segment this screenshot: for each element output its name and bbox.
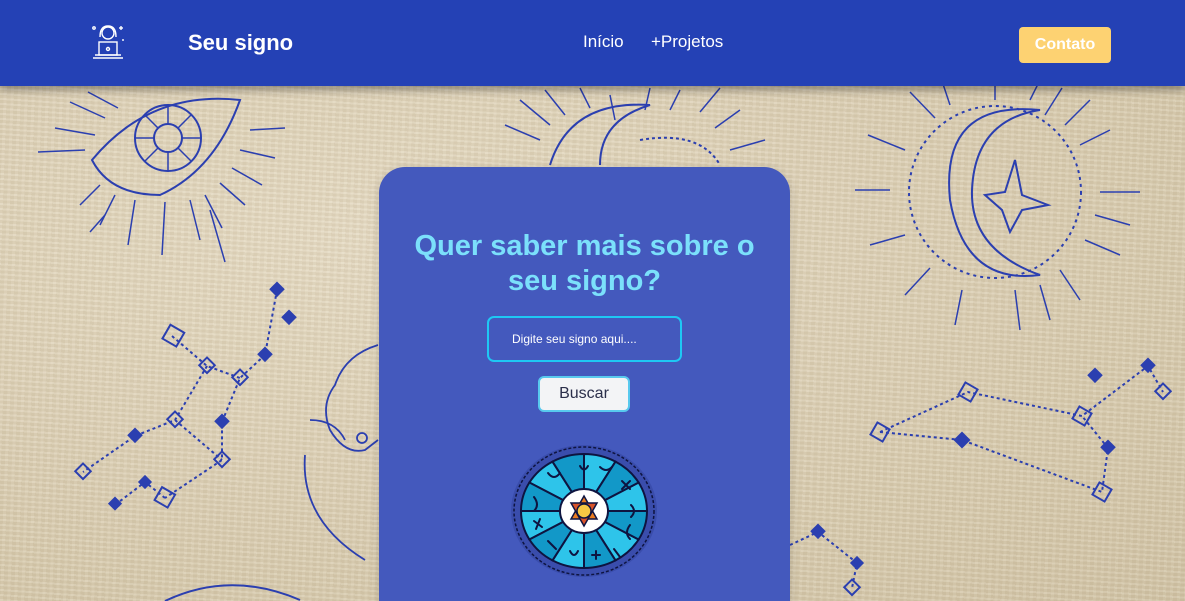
astrologer-icon[interactable] <box>90 22 126 62</box>
nav-link-inicio[interactable]: Início <box>583 32 624 52</box>
constellation-left <box>82 289 278 506</box>
search-button[interactable]: Buscar <box>538 376 630 412</box>
eye-illustration <box>37 91 286 263</box>
search-card: Quer saber mais sobre o seu signo? Busca… <box>379 167 790 601</box>
sun-moon-illustration <box>855 69 1140 331</box>
card-title: Quer saber mais sobre o seu signo? <box>414 230 755 297</box>
zodiac-wheel-icon <box>511 445 657 577</box>
contact-button[interactable]: Contato <box>1019 27 1111 63</box>
horse-illustration <box>303 344 379 561</box>
sign-search-input[interactable] <box>487 316 682 362</box>
brand-title[interactable]: Seu signo <box>188 30 293 56</box>
nav-link-projetos[interactable]: +Projetos <box>651 32 723 52</box>
moon-illustration <box>504 87 766 166</box>
constellation-right <box>879 364 1164 494</box>
top-navbar: Seu signo Início +Projetos Contato <box>0 0 1185 86</box>
